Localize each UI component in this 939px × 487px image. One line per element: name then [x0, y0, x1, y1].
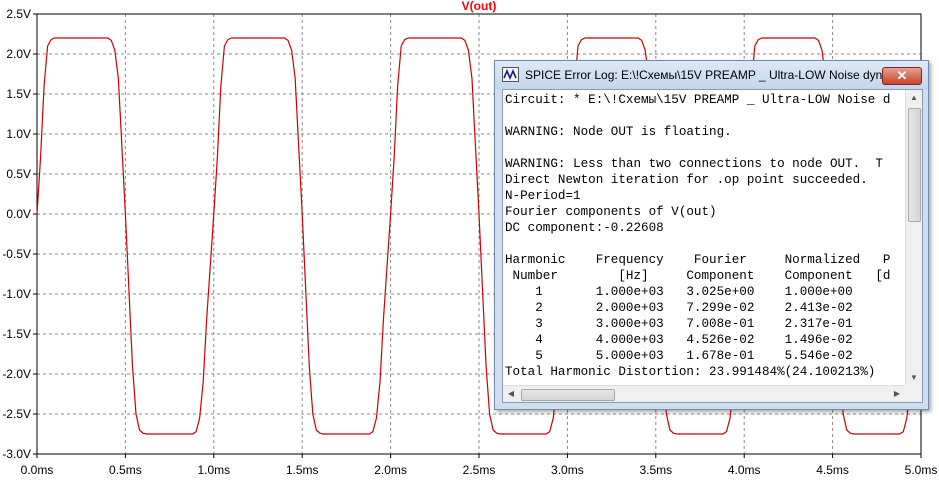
x-tick-label: 0.5ms [109, 463, 142, 477]
plot-title[interactable]: V(out) [462, 0, 497, 13]
y-tick-label: -3.0V [2, 447, 31, 461]
horizontal-scroll-thumb[interactable] [521, 389, 615, 401]
log-text[interactable]: Circuit: * E:\!Схемы\15V PREAMP _ Ultra-… [505, 92, 905, 384]
y-tick-label: -2.0V [2, 367, 31, 381]
x-tick-label: 2.0ms [374, 463, 407, 477]
x-tick-label: 1.0ms [197, 463, 230, 477]
x-tick-label: 3.5ms [639, 463, 672, 477]
close-icon: ✕ [896, 68, 908, 83]
scroll-right-arrow-icon[interactable]: ▶ [889, 386, 905, 402]
ltspice-app-icon [502, 67, 519, 82]
scrollbar-corner [905, 385, 922, 402]
scroll-left-arrow-icon[interactable]: ◀ [503, 386, 519, 402]
y-tick-label: -0.5V [2, 247, 31, 261]
x-tick-label: 5.0ms [905, 463, 938, 477]
horizontal-scrollbar[interactable]: ◀ ▶ [503, 385, 905, 402]
y-tick-label: 0.0V [6, 207, 31, 221]
x-tick-label: 4.0ms [728, 463, 761, 477]
y-tick-label: 2.5V [6, 7, 31, 21]
log-text-area[interactable]: Circuit: * E:\!Схемы\15V PREAMP _ Ultra-… [502, 89, 923, 403]
y-tick-label: -2.5V [2, 407, 31, 421]
y-tick-label: 1.0V [6, 127, 31, 141]
y-axis-ticks: 2.5V 2.0V 1.5V 1.0V 0.5V 0.0V -0.5V -1.0V -1.5V -… [2, 7, 37, 461]
close-button[interactable]: ✕ [882, 67, 922, 85]
x-tick-label: 1.5ms [286, 463, 319, 477]
x-tick-label: 3.0ms [551, 463, 584, 477]
y-tick-label: 1.5V [6, 87, 31, 101]
vertical-scroll-thumb[interactable] [908, 108, 921, 222]
log-window-title: SPICE Error Log: E:\!Схемы\15V PREAMP _ … [525, 68, 885, 82]
y-tick-label: -1.5V [2, 327, 31, 341]
x-tick-label: 2.5ms [463, 463, 496, 477]
spice-error-log-window[interactable]: SPICE Error Log: E:\!Схемы\15V PREAMP _ … [494, 60, 929, 410]
vertical-scrollbar[interactable]: ▲ ▼ [905, 90, 922, 386]
y-tick-label: 2.0V [6, 47, 31, 61]
log-titlebar[interactable]: SPICE Error Log: E:\!Схемы\15V PREAMP _ … [495, 61, 928, 89]
scroll-up-arrow-icon[interactable]: ▲ [906, 90, 922, 106]
y-tick-label: 0.5V [6, 167, 31, 181]
scroll-down-arrow-icon[interactable]: ▼ [906, 370, 922, 386]
y-tick-label: -1.0V [2, 287, 31, 301]
x-axis-ticks: 0.0ms 0.5ms 1.0ms 1.5ms 2.0ms 2.5ms 3.0ms 3.5ms… [21, 454, 938, 477]
x-tick-label: 0.0ms [21, 463, 54, 477]
x-tick-label: 4.5ms [816, 463, 849, 477]
